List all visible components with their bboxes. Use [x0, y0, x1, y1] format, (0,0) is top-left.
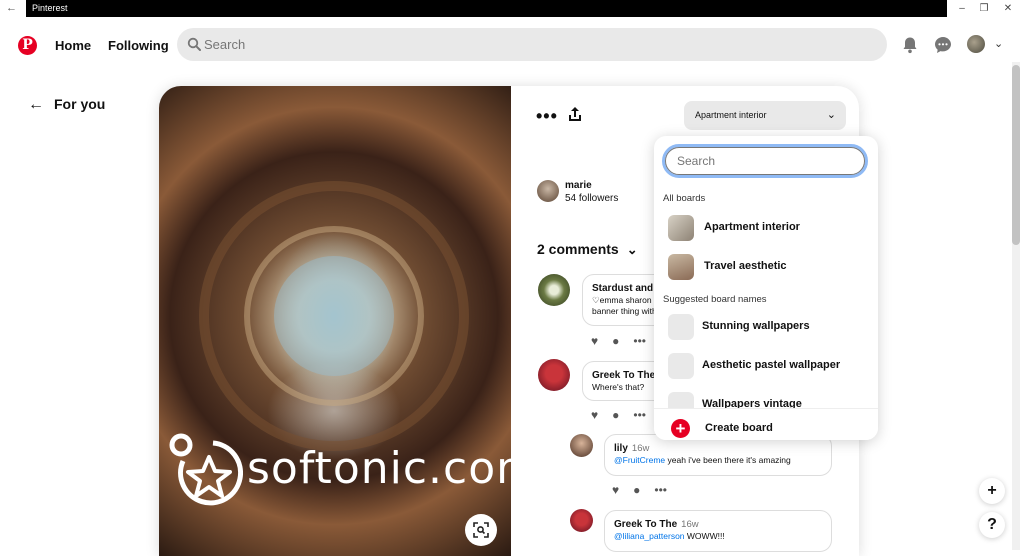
reply-icon[interactable]: ●: [633, 483, 640, 497]
close-icon[interactable]: ✕: [996, 0, 1020, 17]
reply-bubble: lily 16w @FruitCreme yeah i've been there…: [604, 434, 832, 476]
suggested-boards-label: Suggested board names: [663, 294, 767, 305]
board-thumbnail-placeholder: [668, 353, 694, 379]
reply-time: 16w: [681, 519, 699, 530]
user-followers: 54 followers: [565, 193, 619, 204]
board-thumbnail: [668, 215, 694, 241]
board-item-label: Stunning wallpapers: [702, 320, 810, 332]
notifications-bell-icon[interactable]: [901, 36, 919, 54]
top-header: P Home Following ⌄: [0, 28, 1020, 62]
board-item-label: Travel aesthetic: [704, 260, 787, 272]
user-name[interactable]: marie: [565, 180, 592, 191]
search-input[interactable]: [204, 28, 864, 61]
reply-mention[interactable]: @liliana_patterson: [614, 531, 685, 541]
visual-search-icon: [473, 522, 489, 538]
suggested-board-aesthetic-pastel-wallpaper[interactable]: Aesthetic pastel wallpaper: [668, 353, 868, 379]
reply-author[interactable]: lily: [614, 443, 628, 454]
reply-text: WOWW!!!: [684, 531, 725, 541]
board-search-field[interactable]: [662, 144, 868, 178]
chevron-down-icon: ⌄: [626, 242, 638, 257]
account-chevron-down-icon[interactable]: ⌄: [994, 37, 1003, 50]
page-title: For you: [54, 96, 106, 112]
share-icon[interactable]: [567, 106, 583, 122]
window-title: Pinterest: [26, 0, 947, 17]
page-scrollbar-thumb[interactable]: [1012, 65, 1020, 245]
reply-icon[interactable]: ●: [612, 408, 619, 422]
messages-icon[interactable]: [934, 36, 952, 54]
more-options-icon[interactable]: •••: [633, 334, 646, 348]
comments-toggle[interactable]: 2 comments ⌄: [537, 241, 638, 258]
reply-icon[interactable]: ●: [612, 334, 619, 348]
profile-avatar[interactable]: [967, 35, 985, 53]
reply-author[interactable]: Greek To The: [614, 519, 677, 530]
page-back-title[interactable]: ← For you: [28, 96, 105, 114]
search-bar[interactable]: [177, 28, 887, 61]
watermark-text: softonic.com: [247, 443, 511, 494]
window-titlebar: ← Pinterest – ❐ ✕: [0, 0, 1020, 17]
heart-icon[interactable]: ♥: [591, 334, 598, 348]
more-options-icon[interactable]: •••: [633, 408, 646, 422]
suggested-board-stunning-wallpapers[interactable]: Stunning wallpapers: [668, 314, 868, 340]
window-back-icon[interactable]: ←: [6, 2, 17, 14]
pinterest-logo-icon[interactable]: P: [18, 36, 37, 55]
board-item-label: Aesthetic pastel wallpaper: [702, 359, 841, 371]
board-item-travel-aesthetic[interactable]: Travel aesthetic: [668, 254, 868, 280]
search-icon: [187, 37, 201, 51]
reply-text: yeah i've been there it's amazing: [665, 455, 791, 465]
board-select-label: Apartment interior: [695, 110, 767, 120]
reply-actions: ♥ ● •••: [612, 483, 681, 497]
add-button[interactable]: +: [979, 478, 1005, 504]
comment-actions: ♥ ● •••: [591, 334, 660, 348]
plus-icon: +: [671, 419, 690, 438]
heart-icon[interactable]: ♥: [612, 483, 619, 497]
more-options-icon[interactable]: •••: [536, 106, 558, 127]
board-thumbnail: [668, 254, 694, 280]
help-button[interactable]: ?: [979, 512, 1005, 538]
back-arrow-icon[interactable]: ←: [28, 96, 44, 113]
reply-avatar[interactable]: [570, 509, 593, 532]
more-options-icon[interactable]: •••: [654, 483, 667, 497]
comment-avatar[interactable]: [538, 359, 570, 391]
board-picker-dropdown: All boards Apartment interior Travel aes…: [654, 136, 878, 440]
chevron-down-icon: ⌄: [826, 109, 836, 121]
all-boards-label: All boards: [663, 193, 706, 204]
reply-avatar[interactable]: [570, 434, 593, 457]
comments-count: 2 comments: [537, 241, 619, 257]
user-avatar[interactable]: [537, 180, 559, 202]
minimize-icon[interactable]: –: [950, 0, 974, 17]
nav-home[interactable]: Home: [55, 38, 91, 53]
dome-center: [274, 256, 394, 376]
reply-time: 16w: [631, 443, 650, 454]
board-thumbnail-placeholder: [668, 314, 694, 340]
visual-search-button[interactable]: [465, 514, 497, 546]
comment-avatar[interactable]: [538, 274, 570, 306]
board-item-apartment-interior[interactable]: Apartment interior: [668, 215, 868, 241]
board-search-input[interactable]: [665, 147, 865, 175]
pin-image[interactable]: softonic.com: [159, 86, 511, 556]
nav-following[interactable]: Following: [108, 38, 169, 53]
reply-mention[interactable]: @FruitCreme: [614, 455, 665, 465]
softonic-logo-icon: [169, 433, 243, 506]
heart-icon[interactable]: ♥: [591, 408, 598, 422]
comment-actions: ♥ ● •••: [591, 408, 660, 422]
reply-bubble: Greek To The 16w @liliana_patterson WOWW!…: [604, 510, 832, 552]
create-board-label: Create board: [705, 422, 773, 434]
board-item-label: Apartment interior: [704, 221, 800, 233]
create-board-button[interactable]: + Create board: [654, 408, 878, 440]
maximize-icon[interactable]: ❐: [972, 0, 996, 17]
board-select-dropdown[interactable]: Apartment interior ⌄: [684, 101, 846, 130]
